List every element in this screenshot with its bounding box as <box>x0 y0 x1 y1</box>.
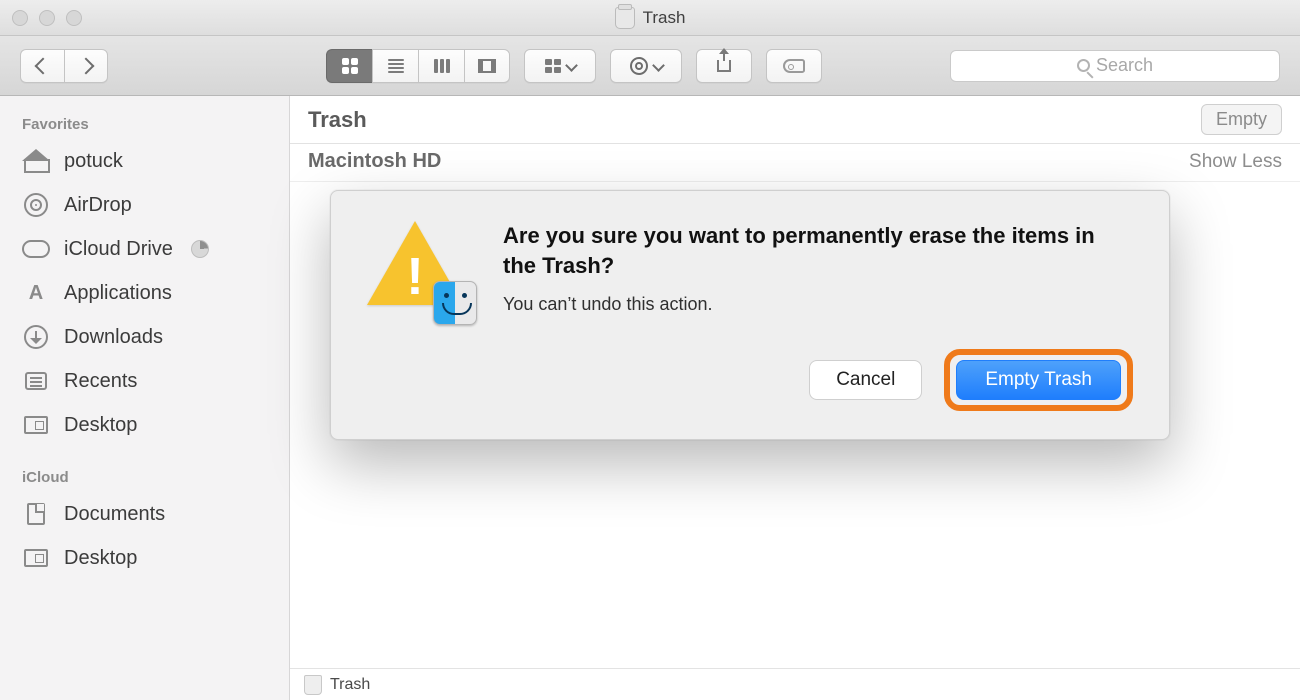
confirm-empty-trash-dialog: ! Are you sure you want to permanently e… <box>330 190 1170 440</box>
downloads-icon <box>24 325 48 349</box>
desktop-icon <box>24 549 48 567</box>
close-window-button[interactable] <box>12 10 28 26</box>
chevron-right-icon <box>78 57 95 74</box>
applications-icon <box>25 282 47 304</box>
minimize-window-button[interactable] <box>39 10 55 26</box>
empty-trash-button[interactable]: Empty Trash <box>956 360 1121 400</box>
sidebar-item-label: Desktop <box>64 414 137 437</box>
annotation-highlight: Empty Trash <box>944 349 1133 411</box>
list-icon <box>388 59 404 73</box>
cancel-button[interactable]: Cancel <box>809 360 922 400</box>
chevron-left-icon <box>34 57 51 74</box>
sidebar: Favorites potuck AirDrop iCloud Drive Ap… <box>0 96 290 700</box>
gallery-icon <box>478 59 496 73</box>
view-gallery-button[interactable] <box>464 49 510 83</box>
desktop-icon <box>24 416 48 434</box>
airdrop-icon <box>24 193 48 217</box>
sidebar-item-label: Documents <box>64 503 165 526</box>
sidebar-section-header: Favorites <box>0 108 289 139</box>
zoom-window-button[interactable] <box>66 10 82 26</box>
toolbar: Search <box>0 36 1300 96</box>
view-icon-button[interactable] <box>326 49 372 83</box>
sidebar-item-desktop-icloud[interactable]: Desktop <box>0 536 289 580</box>
sidebar-item-icloud-drive[interactable]: iCloud Drive <box>0 227 289 271</box>
grid-icon <box>342 58 358 74</box>
columns-icon <box>434 59 450 73</box>
sidebar-item-applications[interactable]: Applications <box>0 271 289 315</box>
action-menu-button[interactable] <box>610 49 682 83</box>
search-placeholder: Search <box>1096 55 1153 76</box>
view-column-button[interactable] <box>418 49 464 83</box>
sidebar-item-label: Downloads <box>64 326 163 349</box>
back-button[interactable] <box>20 49 64 83</box>
trash-icon <box>615 7 635 29</box>
arrange-button[interactable] <box>524 49 596 83</box>
view-list-button[interactable] <box>372 49 418 83</box>
sidebar-item-label: Desktop <box>64 547 137 570</box>
sidebar-item-airdrop[interactable]: AirDrop <box>0 183 289 227</box>
location-header: Macintosh HD <box>308 150 441 173</box>
sync-progress-badge <box>191 240 209 258</box>
document-icon <box>27 503 45 525</box>
search-input[interactable]: Search <box>950 50 1280 82</box>
sidebar-item-downloads[interactable]: Downloads <box>0 315 289 359</box>
sidebar-item-documents[interactable]: Documents <box>0 492 289 536</box>
tag-icon <box>783 59 805 73</box>
empty-trash-toolbar-button[interactable]: Empty <box>1201 104 1282 135</box>
finder-badge-icon <box>433 281 477 325</box>
sidebar-item-label: AirDrop <box>64 194 132 217</box>
trash-icon <box>304 675 322 695</box>
sidebar-item-label: Applications <box>64 282 172 305</box>
dialog-message: You can’t undo this action. <box>503 294 1133 315</box>
nav-group <box>20 49 108 83</box>
sidebar-item-label: Recents <box>64 370 137 393</box>
path-segment: Trash <box>330 676 370 694</box>
forward-button[interactable] <box>64 49 108 83</box>
show-less-toggle[interactable]: Show Less <box>1189 151 1282 173</box>
window-controls <box>12 10 82 26</box>
cloud-icon <box>22 240 50 258</box>
page-title: Trash <box>308 107 367 133</box>
share-button[interactable] <box>696 49 752 83</box>
titlebar: Trash <box>0 0 1300 36</box>
path-bar[interactable]: Trash <box>290 668 1300 700</box>
sidebar-item-desktop[interactable]: Desktop <box>0 403 289 447</box>
search-icon <box>1077 59 1090 72</box>
warning-icon: ! <box>365 221 475 321</box>
sidebar-item-label: iCloud Drive <box>64 238 173 261</box>
sidebar-section-header: iCloud <box>0 461 289 492</box>
sidebar-item-recents[interactable]: Recents <box>0 359 289 403</box>
sidebar-item-home[interactable]: potuck <box>0 139 289 183</box>
gear-icon <box>630 57 648 75</box>
home-icon <box>24 151 48 171</box>
chevron-down-icon <box>652 59 665 72</box>
dialog-title: Are you sure you want to permanently era… <box>503 221 1133 280</box>
sidebar-item-label: potuck <box>64 150 123 173</box>
recents-icon <box>25 372 47 390</box>
window-title: Trash <box>643 8 686 28</box>
tags-button[interactable] <box>766 49 822 83</box>
share-icon <box>717 60 731 72</box>
view-mode-segmented <box>326 49 510 83</box>
chevron-down-icon <box>565 59 578 72</box>
arrange-icon <box>545 59 561 73</box>
